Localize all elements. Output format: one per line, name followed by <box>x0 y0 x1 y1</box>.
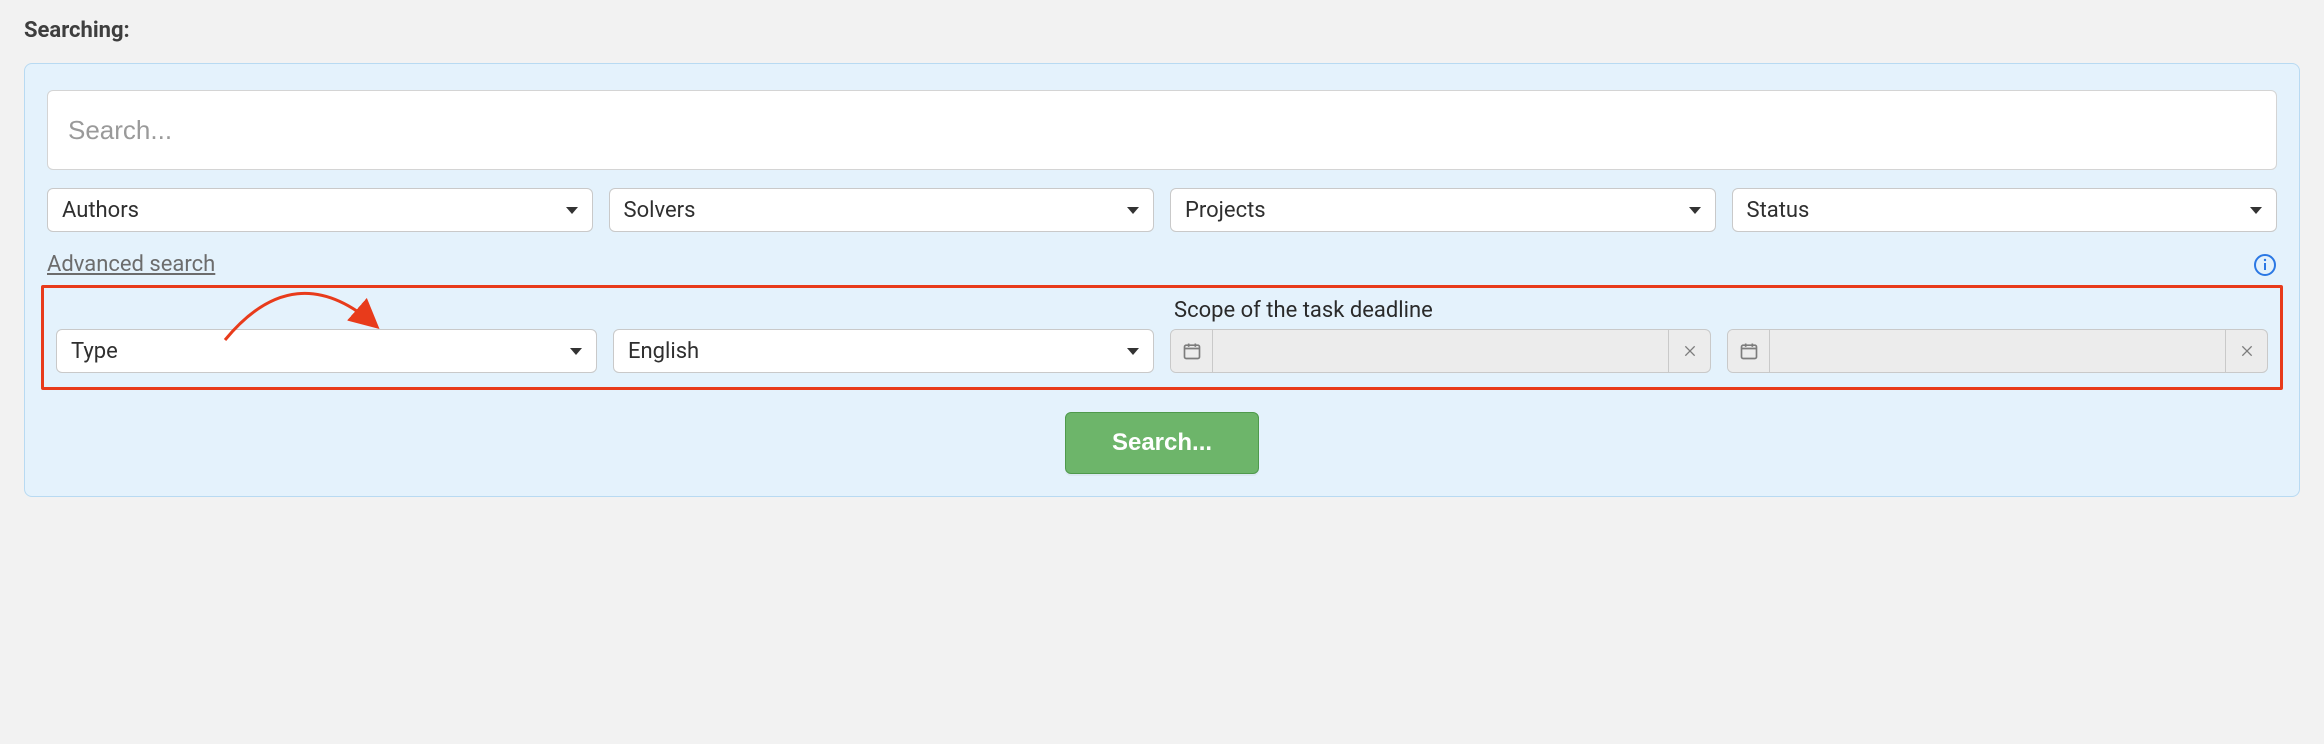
calendar-icon <box>1728 330 1770 372</box>
date-to-field[interactable] <box>1727 329 2268 373</box>
type-dropdown[interactable]: Type <box>56 329 597 373</box>
caret-down-icon <box>1127 348 1139 355</box>
search-panel: Authors Solvers Projects Status Advanced… <box>24 63 2300 497</box>
date-from-value <box>1213 330 1668 372</box>
authors-dropdown-label: Authors <box>62 198 139 223</box>
info-icon[interactable] <box>2253 253 2277 277</box>
date-from-field[interactable] <box>1170 329 1711 373</box>
language-dropdown-label: English <box>628 339 699 364</box>
clear-icon[interactable] <box>1668 330 1710 372</box>
search-button[interactable]: Search... <box>1065 412 1259 474</box>
calendar-icon <box>1171 330 1213 372</box>
status-dropdown[interactable]: Status <box>1732 188 2278 232</box>
status-dropdown-label: Status <box>1747 198 1810 223</box>
projects-dropdown-label: Projects <box>1185 198 1266 223</box>
advanced-row: Advanced search <box>47 252 2277 277</box>
page-heading: Searching: <box>24 18 2300 43</box>
type-dropdown-label: Type <box>71 339 118 364</box>
solvers-dropdown[interactable]: Solvers <box>609 188 1155 232</box>
caret-down-icon <box>1689 207 1701 214</box>
search-input[interactable] <box>47 90 2277 170</box>
projects-dropdown[interactable]: Projects <box>1170 188 1716 232</box>
date-to-value <box>1770 330 2225 372</box>
language-dropdown[interactable]: English <box>613 329 1154 373</box>
solvers-dropdown-label: Solvers <box>624 198 696 223</box>
caret-down-icon <box>570 348 582 355</box>
caret-down-icon <box>1127 207 1139 214</box>
filter-row: Authors Solvers Projects Status <box>47 188 2277 232</box>
clear-icon[interactable] <box>2225 330 2267 372</box>
authors-dropdown[interactable]: Authors <box>47 188 593 232</box>
scope-label: Scope of the task deadline <box>1174 298 2268 323</box>
advanced-search-link[interactable]: Advanced search <box>47 252 215 277</box>
advanced-section-highlight: Type English Scope of the task deadline <box>41 285 2283 390</box>
caret-down-icon <box>566 207 578 214</box>
caret-down-icon <box>2250 207 2262 214</box>
